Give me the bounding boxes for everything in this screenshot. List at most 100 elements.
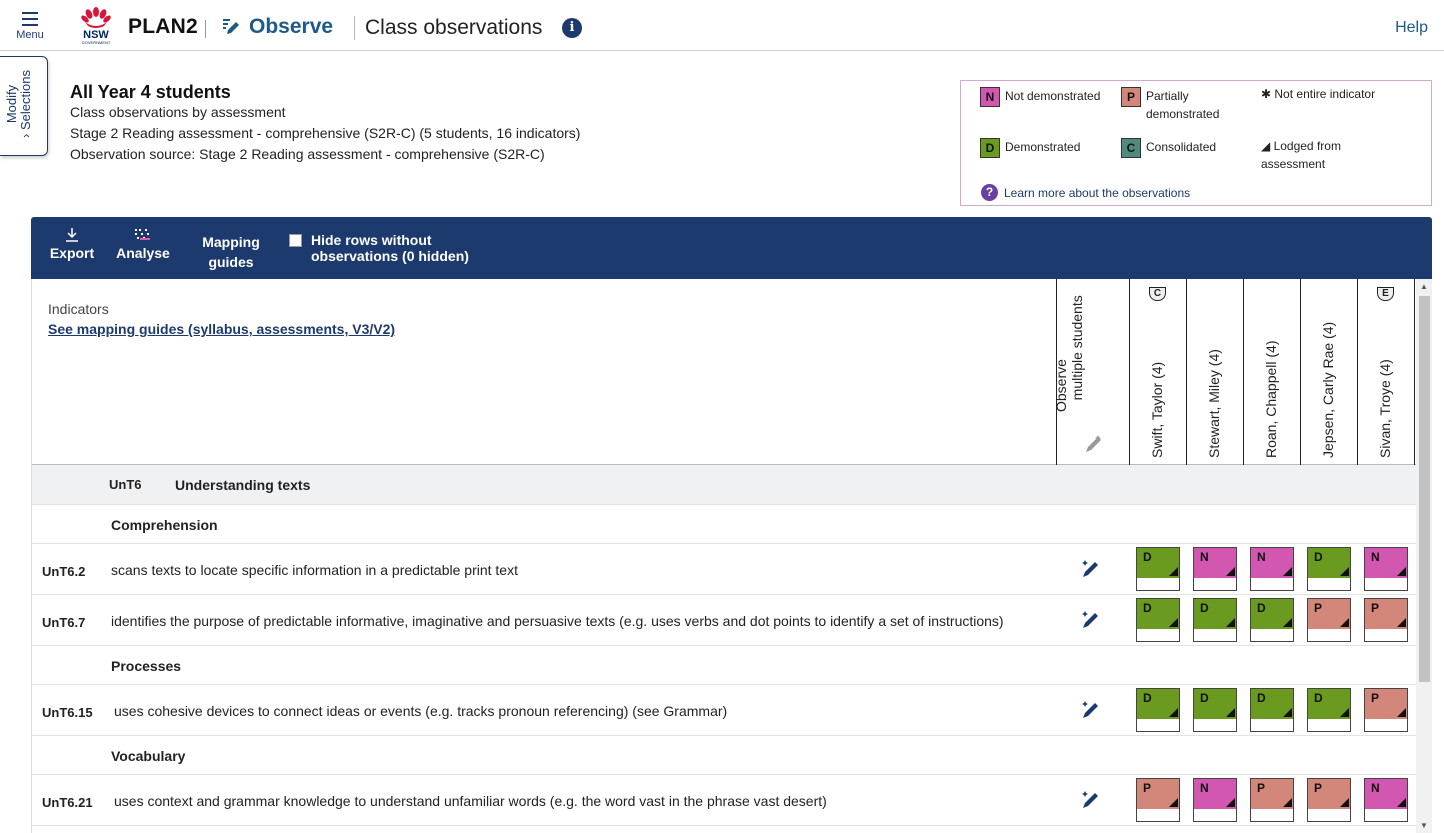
lodged-triangle-icon [1283, 567, 1292, 576]
observation-cell[interactable]: N [1364, 778, 1408, 822]
legend-lodged: ◢ Lodged from assessment [1261, 139, 1341, 171]
indicator-code: UnT6.21 [42, 795, 93, 810]
observe-multiple-header: Observe multiple students [1053, 295, 1085, 412]
observation-cell[interactable]: N [1250, 547, 1294, 591]
lodged-triangle-icon [1169, 618, 1178, 627]
observation-code: N [1371, 781, 1380, 795]
observation-cell[interactable]: D [1193, 598, 1237, 642]
observation-cell[interactable]: D [1136, 598, 1180, 642]
vertical-scrollbar[interactable]: ▲ ▼ [1416, 279, 1432, 833]
scroll-up-arrow: ▲ [1420, 282, 1428, 291]
magic-pencil-icon[interactable] [1083, 433, 1105, 455]
observation-code: P [1314, 781, 1323, 795]
lodged-triangle-icon [1340, 798, 1349, 807]
observation-cell[interactable]: P [1307, 778, 1351, 822]
lodged-triangle-icon [1397, 567, 1406, 576]
observation-cell[interactable]: D [1307, 688, 1351, 732]
menu-label: Menu [16, 29, 44, 41]
observation-cell[interactable]: P [1364, 598, 1408, 642]
indicator-code: UnT6.2 [42, 564, 86, 579]
indicator-code: UnT6.7 [42, 615, 86, 630]
observations-table: Indicators See mapping guides (syllabus,… [31, 279, 1432, 833]
lodged-triangle-icon [1169, 708, 1178, 717]
observation-cell[interactable]: D [1250, 688, 1294, 732]
mapping-guides-button[interactable]: Mapping guides [193, 217, 269, 279]
menu-button[interactable]: Menu [10, 10, 50, 44]
lodged-triangle-icon [1340, 567, 1349, 576]
observation-cell[interactable]: P [1364, 688, 1408, 732]
observation-cell[interactable]: N [1193, 778, 1237, 822]
learn-more-link[interactable]: ? Learn more about the observations [981, 184, 1190, 201]
modify-selections-tab[interactable]: Modify › Selections [0, 56, 48, 156]
help-link[interactable]: Help [1395, 19, 1428, 37]
observation-cell[interactable]: D [1193, 688, 1237, 732]
indicators-header: Indicators [48, 301, 109, 317]
observation-cell[interactable]: N [1193, 547, 1237, 591]
observation-cell[interactable]: D [1136, 547, 1180, 591]
lodged-triangle-icon [1226, 708, 1235, 717]
observation-code: D [1257, 691, 1266, 705]
checkbox[interactable] [289, 234, 302, 247]
section-observe[interactable]: Observe [221, 15, 333, 39]
lodged-triangle-icon [1226, 618, 1235, 627]
magic-pencil-icon[interactable] [1080, 558, 1102, 580]
observation-code: D [1314, 550, 1323, 564]
student-badge: C [1149, 287, 1166, 301]
student-header[interactable]: Roan, Chappell (4) [1263, 340, 1279, 458]
observation-code: D [1200, 601, 1209, 615]
magic-pencil-icon[interactable] [1080, 789, 1102, 811]
lodged-triangle-icon [1283, 708, 1292, 717]
lodged-triangle-icon [1283, 798, 1292, 807]
legend-demonstrated: D Demonstrated [980, 138, 1080, 158]
lodged-triangle-icon [1169, 798, 1178, 807]
table-row: UnT6.15 uses cohesive devices to connect… [32, 685, 1416, 736]
student-header[interactable]: Sivan, Troye (4) [1377, 359, 1393, 458]
indicator-code: UnT6.15 [42, 705, 93, 720]
observation-cell[interactable]: N [1364, 547, 1408, 591]
observation-cell[interactable]: D [1307, 547, 1351, 591]
observation-code: N [1371, 550, 1380, 564]
section-row: Processes [32, 646, 1416, 685]
lodged-triangle-icon [1169, 567, 1178, 576]
class-title: All Year 4 students [70, 82, 231, 102]
observation-cell[interactable]: P [1307, 598, 1351, 642]
observation-cell[interactable]: P [1250, 778, 1294, 822]
student-header[interactable]: Stewart, Miley (4) [1206, 349, 1222, 458]
lodged-triangle-icon [1226, 567, 1235, 576]
legend-not-demonstrated: N Not demonstrated [980, 87, 1100, 107]
hide-rows-checkbox[interactable]: Hide rows without observations (0 hidden) [289, 232, 469, 264]
lodged-triangle-icon [1283, 618, 1292, 627]
student-badge: E [1377, 287, 1394, 301]
help-question-icon: ? [981, 184, 998, 201]
legend-panel: N Not demonstrated P Partially demonstra… [960, 80, 1432, 206]
info-icon[interactable]: i [562, 18, 582, 38]
indicator-desc: scans texts to locate specific informati… [111, 562, 518, 578]
summary-line: Stage 2 Reading assessment - comprehensi… [70, 125, 581, 141]
observation-code: D [1200, 691, 1209, 705]
table-toolbar: Export Analyse Mapping guides Hide rows w… [31, 217, 1432, 279]
magic-pencil-icon[interactable] [1080, 609, 1102, 631]
app-brand[interactable]: PLAN2 [128, 15, 198, 39]
student-header[interactable]: Jepsen, Carly Rae (4) [1320, 322, 1336, 458]
analyse-button[interactable]: Analyse [113, 217, 173, 279]
lodged-triangle-icon [1340, 618, 1349, 627]
observation-cell[interactable]: P [1136, 778, 1180, 822]
section-label: Observe [249, 15, 334, 38]
export-button[interactable]: Export [43, 217, 101, 279]
observation-code: P [1314, 601, 1323, 615]
student-header[interactable]: Swift, Taylor (4) [1149, 362, 1165, 458]
observation-code: P [1371, 691, 1380, 705]
section-row: Comprehension [32, 505, 1416, 544]
observation-code: N [1257, 550, 1266, 564]
observation-code: D [1143, 550, 1152, 564]
mapping-guides-link[interactable]: See mapping guides (syllabus, assessment… [48, 321, 395, 337]
magic-pencil-icon[interactable] [1080, 699, 1102, 721]
lodged-triangle-icon [1340, 708, 1349, 717]
top-bar: Menu NSW GOVERNMENT PLAN2 Observe Class … [0, 0, 1444, 51]
observation-code: D [1257, 601, 1266, 615]
observation-cell[interactable]: D [1250, 598, 1294, 642]
observation-cell[interactable]: D [1136, 688, 1180, 732]
observation-code: D [1143, 691, 1152, 705]
scrollbar-thumb[interactable] [1419, 296, 1430, 682]
summary-line: Class observations by assessment [70, 104, 286, 120]
